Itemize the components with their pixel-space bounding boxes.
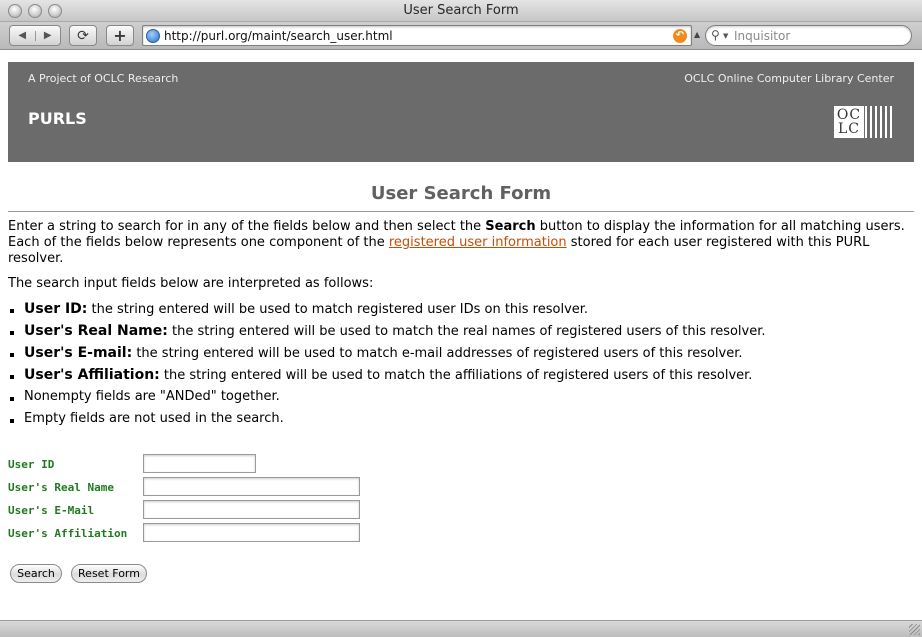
search-icon[interactable]: ⚲ [711,28,720,42]
list-item: User ID: the string entered will be used… [8,301,766,323]
logo-letters: OC LC [834,106,864,138]
intro-text: Enter a string to search for in any of t… [8,219,486,234]
list-item: User's Affiliation: the string entered w… [8,367,766,389]
list-item: Empty fields are not used in the search. [8,411,766,433]
user-id-input[interactable] [143,454,256,473]
title-divider [8,211,914,212]
affiliation-label: User's Affiliation [8,527,128,540]
header-tagline: A Project of OCLC Research [28,72,179,85]
real-name-input[interactable] [143,477,360,496]
rule-text: Nonempty fields are "ANDed" together. [24,389,280,404]
header-org-name: OCLC Online Computer Library Center [684,72,894,85]
list-item: Nonempty fields are "ANDed" together. [8,389,766,411]
back-icon[interactable]: ◀ [10,30,35,41]
browser-toolbar: ◀ ▶ ⟳ + http://purl.org/maint/search_use… [0,22,922,50]
rules-list: User ID: the string entered will be used… [8,301,766,433]
user-id-label: User ID [8,458,55,471]
rule-text: the string entered will be used to match… [159,368,753,383]
search-button[interactable]: Search [10,564,62,583]
rule-text: the string entered will be used to match… [167,324,766,339]
rule-text: Empty fields are not used in the search. [24,411,284,426]
address-dropdown-icon[interactable]: ▲ [694,30,700,39]
rule-text: the string entered will be used to match… [132,346,743,361]
rule-term: User's E-mail: [24,345,133,361]
chevron-down-icon[interactable]: ▼ [723,32,728,40]
reload-icon: ⟳ [77,27,89,44]
rules-lead: The search input fields below are interp… [8,276,374,291]
reload-button[interactable]: ⟳ [69,25,97,46]
globe-icon [146,29,160,43]
rule-term: User's Affiliation: [24,367,160,383]
url-text[interactable]: http://purl.org/maint/search_user.html [164,29,393,43]
email-input[interactable] [143,500,360,519]
window-titlebar: User Search Form [0,0,922,22]
add-bookmark-button[interactable]: + [106,25,134,46]
real-name-label: User's Real Name [8,481,114,494]
search-field[interactable]: ⚲ ▼ Inquisitor [705,25,912,46]
intro-search-term: Search [485,219,536,234]
resize-grip-icon[interactable] [909,624,920,635]
plus-icon: + [113,25,127,45]
rule-term: User ID: [24,301,88,317]
rule-text: the string entered will be used to match… [87,302,589,317]
address-bar[interactable]: http://purl.org/maint/search_user.html ↶ [142,25,692,46]
window-title: User Search Form [403,3,519,18]
back-forward-buttons: ◀ ▶ [9,25,61,46]
logo-bars-icon [865,106,894,138]
registered-user-info-link[interactable]: registered user information [389,235,567,250]
email-label: User's E-Mail [8,504,95,517]
forward-icon[interactable]: ▶ [34,30,61,41]
snapback-icon[interactable]: ↶ [673,29,687,43]
search-placeholder: Inquisitor [734,29,791,43]
reset-form-button[interactable]: Reset Form [71,564,147,583]
window-status-bar [0,620,922,637]
site-header: A Project of OCLC Research OCLC Online C… [8,62,914,162]
page-title: User Search Form [370,183,552,204]
site-name: PURLS [28,109,87,128]
affiliation-input[interactable] [143,523,360,542]
list-item: User's Real Name: the string entered wil… [8,323,766,345]
list-item: User's E-mail: the string entered will b… [8,345,766,367]
oclc-logo: OC LC [834,106,894,138]
rule-term: User's Real Name: [24,323,168,339]
intro-paragraph: Enter a string to search for in any of t… [8,219,914,267]
